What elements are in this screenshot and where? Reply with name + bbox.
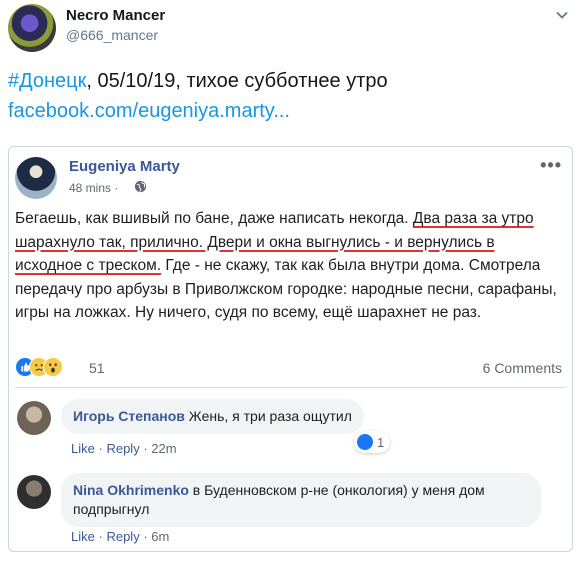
tweet-author-avatar[interactable] [8, 4, 56, 52]
more-options-icon[interactable]: ••• [540, 155, 562, 176]
embedded-facebook-post[interactable]: Eugeniya Marty 48 mins · ••• Бегаешь, ка… [8, 146, 573, 552]
comment-reaction-badge[interactable]: 1 [354, 431, 391, 453]
comment-text: Жень, я три раза ощутил [184, 408, 352, 424]
reactions-count: 51 [89, 360, 105, 376]
fb-post-body: Бегаешь, как вшивый по бане, даже написа… [15, 207, 560, 325]
hashtag-link[interactable]: #Донецк [8, 70, 86, 92]
fb-post-time[interactable]: 48 mins · [69, 181, 118, 195]
comment-reaction-count: 1 [377, 434, 385, 450]
separator: · [143, 529, 148, 544]
fb-author-name[interactable]: Eugeniya Marty [69, 158, 180, 175]
separator: · [98, 529, 103, 544]
divider [15, 387, 566, 388]
like-reaction-icon [357, 434, 373, 450]
commenter-avatar[interactable] [17, 475, 51, 509]
comments-count-link[interactable]: 6 Comments [483, 360, 562, 376]
comment-like-link[interactable]: Like [71, 529, 95, 544]
comment-actions: Like · Reply · 6m [71, 529, 169, 544]
comment-time[interactable]: 6m [151, 529, 169, 544]
tweet-author-handle[interactable]: @666_mancer [66, 27, 158, 43]
comment-reply-link[interactable]: Reply [106, 441, 139, 456]
separator: · [98, 441, 103, 456]
wow-reaction-icon [43, 357, 63, 377]
tweet-author-name[interactable]: Necro Mancer [66, 7, 165, 24]
globe-icon [134, 180, 147, 193]
chevron-down-icon[interactable] [555, 8, 569, 22]
tweet-url-link[interactable]: facebook.com/eugeniya.marty... [8, 100, 290, 122]
fb-post-text-part1: Бегаешь, как вшивый по бане, даже написа… [15, 210, 413, 227]
comment-reply-link[interactable]: Reply [106, 529, 139, 544]
comment-actions: Like · Reply · 22m [71, 441, 177, 456]
comment-like-link[interactable]: Like [71, 441, 95, 456]
commenter-avatar[interactable] [17, 401, 51, 435]
comment-bubble: Nina Okhrimenko в Буденновском р-не (онк… [61, 473, 541, 527]
comment-author[interactable]: Игорь Степанов [73, 408, 185, 424]
tweet-text-body: , 05/10/19, тихое субботнее утро [86, 70, 388, 92]
separator: · [143, 441, 148, 456]
fb-author-avatar[interactable] [15, 157, 57, 199]
comment-author[interactable]: Nina Okhrimenko [73, 482, 189, 498]
comment-time[interactable]: 22m [151, 441, 176, 456]
tweet-text: #Донецк, 05/10/19, тихое субботнее утро … [8, 66, 573, 126]
comment-bubble: Игорь Степанов Жень, я три раза ощутил [61, 399, 364, 434]
